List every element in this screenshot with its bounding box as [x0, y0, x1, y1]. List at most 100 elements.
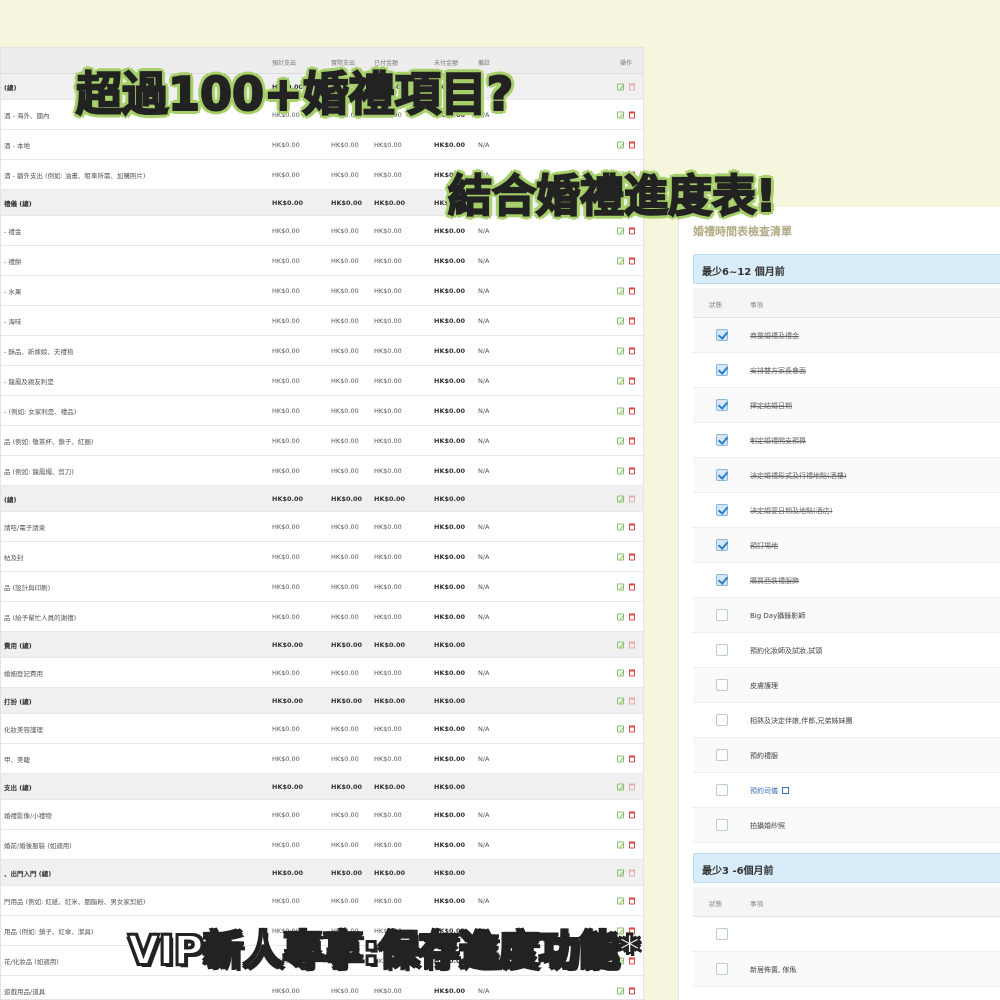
- edit-icon[interactable]: [617, 437, 624, 444]
- edit-icon[interactable]: [617, 83, 624, 90]
- trash-icon[interactable]: [629, 347, 635, 354]
- checklist-item: 拍攝婚紗照: [693, 808, 1000, 843]
- edit-icon[interactable]: [617, 583, 624, 590]
- trash-icon[interactable]: [629, 869, 635, 876]
- checkbox-checked[interactable]: [716, 539, 728, 551]
- cell-name: 品 (例如: 龍鳳燭、剪刀): [4, 467, 74, 476]
- edit-icon[interactable]: [617, 553, 624, 560]
- trash-icon[interactable]: [629, 257, 635, 264]
- edit-icon[interactable]: [617, 755, 624, 762]
- edit-icon[interactable]: [617, 841, 624, 848]
- cell-est: HK$0.00: [272, 840, 300, 849]
- cell-est: HK$0.00: [272, 226, 300, 235]
- edit-icon[interactable]: [617, 725, 624, 732]
- trash-icon[interactable]: [629, 669, 635, 676]
- checkbox-checked[interactable]: [716, 329, 728, 341]
- trash-icon[interactable]: [629, 725, 635, 732]
- checkbox-unchecked[interactable]: [716, 609, 728, 621]
- checkbox-checked[interactable]: [716, 399, 728, 411]
- trash-icon[interactable]: [629, 897, 635, 904]
- trash-icon[interactable]: [629, 783, 635, 790]
- cell-paid: HK$0.00: [374, 226, 402, 235]
- edit-icon[interactable]: [617, 347, 624, 354]
- checkbox-checked[interactable]: [716, 504, 728, 516]
- edit-icon[interactable]: [617, 377, 624, 384]
- edit-icon[interactable]: [617, 467, 624, 474]
- cell-est: HK$0.00: [272, 140, 300, 149]
- trash-icon[interactable]: [629, 987, 635, 994]
- checkbox-unchecked[interactable]: [716, 644, 728, 656]
- checklist-item-label: 預約禮服: [750, 751, 778, 761]
- checklist-item-label[interactable]: 預約司儀: [750, 786, 789, 796]
- edit-icon[interactable]: [617, 811, 624, 818]
- trash-icon[interactable]: [629, 407, 635, 414]
- checkbox-unchecked[interactable]: [716, 749, 728, 761]
- external-link-icon[interactable]: [782, 787, 789, 794]
- trash-icon[interactable]: [629, 83, 635, 90]
- edit-icon[interactable]: [617, 869, 624, 876]
- edit-icon[interactable]: [617, 257, 624, 264]
- trash-icon[interactable]: [629, 841, 635, 848]
- trash-icon[interactable]: [629, 377, 635, 384]
- trash-icon[interactable]: [629, 583, 635, 590]
- checkbox-unchecked[interactable]: [716, 819, 728, 831]
- row-actions: [617, 869, 635, 876]
- trash-icon[interactable]: [629, 437, 635, 444]
- trash-icon[interactable]: [629, 755, 635, 762]
- phase-header[interactable]: 最少6~12 個月前: [693, 254, 1000, 284]
- checkbox-unchecked[interactable]: [716, 714, 728, 726]
- phase-header[interactable]: 最少3 -6個月前: [693, 853, 1000, 883]
- cell-paid: HK$0.00: [374, 346, 402, 355]
- edit-icon[interactable]: [617, 697, 624, 704]
- edit-icon[interactable]: [617, 495, 624, 502]
- cell-paid: HK$0.00: [374, 170, 402, 179]
- edit-icon[interactable]: [617, 613, 624, 620]
- edit-icon[interactable]: [617, 641, 624, 648]
- edit-icon[interactable]: [617, 227, 624, 234]
- trash-icon[interactable]: [629, 495, 635, 502]
- checklist-item: 擇定結婚日期: [693, 388, 1000, 423]
- budget-item-row: 酒 - 本地 HK$0.00 HK$0.00 HK$0.00 HK$0.00 N/A: [1, 130, 643, 160]
- row-actions: [617, 437, 635, 444]
- cell-est: HK$0.00: [272, 724, 300, 733]
- trash-icon[interactable]: [629, 811, 635, 818]
- row-actions: [617, 841, 635, 848]
- checkbox-unchecked[interactable]: [716, 928, 728, 940]
- edit-icon[interactable]: [617, 407, 624, 414]
- checkbox-checked[interactable]: [716, 469, 728, 481]
- checkbox-unchecked[interactable]: [716, 679, 728, 691]
- cell-est: HK$0.00: [272, 198, 304, 207]
- checkbox-unchecked[interactable]: [716, 963, 728, 975]
- budget-category-row: (總) HK$0.00 HK$0.00 HK$0.00 HK$0.00: [1, 486, 643, 512]
- cell-act: HK$0.00: [331, 986, 359, 995]
- trash-icon[interactable]: [629, 697, 635, 704]
- edit-icon[interactable]: [617, 317, 624, 324]
- trash-icon[interactable]: [629, 287, 635, 294]
- edit-icon[interactable]: [617, 111, 624, 118]
- checkbox-checked[interactable]: [716, 364, 728, 376]
- edit-icon[interactable]: [617, 287, 624, 294]
- edit-icon[interactable]: [617, 523, 624, 530]
- trash-icon[interactable]: [629, 317, 635, 324]
- trash-icon[interactable]: [629, 227, 635, 234]
- trash-icon[interactable]: [629, 467, 635, 474]
- edit-icon[interactable]: [617, 987, 624, 994]
- trash-icon[interactable]: [629, 553, 635, 560]
- edit-icon[interactable]: [617, 897, 624, 904]
- cell-name: - 龍鳳及親友利是: [4, 377, 54, 386]
- checklist-item-label: 擇定結婚日期: [750, 401, 792, 411]
- trash-icon[interactable]: [629, 523, 635, 530]
- edit-icon[interactable]: [617, 669, 624, 676]
- edit-icon[interactable]: [617, 783, 624, 790]
- cell-unpaid: HK$0.00: [434, 986, 466, 995]
- trash-icon[interactable]: [629, 613, 635, 620]
- checkbox-checked[interactable]: [716, 574, 728, 586]
- trash-icon[interactable]: [629, 141, 635, 148]
- trash-icon[interactable]: [629, 111, 635, 118]
- edit-icon[interactable]: [617, 141, 624, 148]
- trash-icon[interactable]: [629, 641, 635, 648]
- cell-paid: HK$0.00: [374, 724, 402, 733]
- checklist-item-text: 制定婚禮開支預算: [750, 437, 806, 445]
- checkbox-unchecked[interactable]: [716, 784, 728, 796]
- checkbox-checked[interactable]: [716, 434, 728, 446]
